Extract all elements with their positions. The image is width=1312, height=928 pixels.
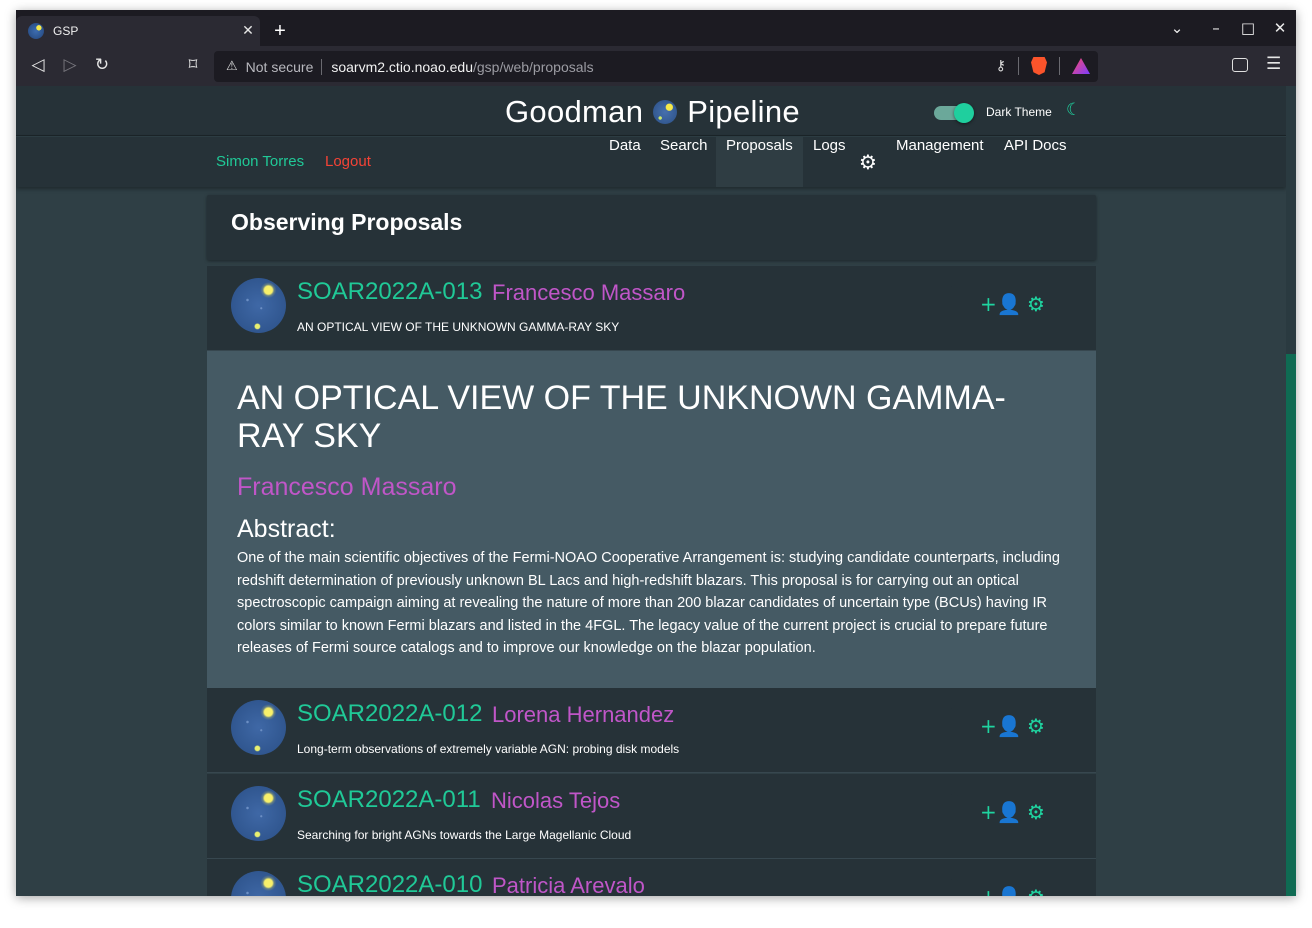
url-path: /gsp/web/proposals <box>473 58 594 75</box>
nav-logs[interactable]: Logs <box>803 137 856 187</box>
detail-title: AN OPTICAL VIEW OF THE UNKNOWN GAMMA-RAY… <box>237 379 1006 455</box>
gear-icon[interactable]: ⚙ <box>859 150 877 174</box>
address-bar[interactable]: ⚠ Not secure soarvm2.ctio.noao.edu/gsp/w… <box>214 51 1098 82</box>
nav-api-docs[interactable]: API Docs <box>994 137 1077 187</box>
tab-title: GSP <box>53 24 79 38</box>
proposal-actions: +👤 ⚙ <box>935 715 1047 737</box>
proposal-code[interactable]: SOAR2022A-013 <box>297 278 482 306</box>
image-icon[interactable] <box>935 886 957 896</box>
rewards-badge: 1 <box>1085 58 1090 64</box>
toggle-knob <box>954 103 974 123</box>
app-brand[interactable]: Goodman Pipeline <box>505 92 800 132</box>
browser-toolbar: ◁ ▷ ↻ ⌑ ⚠ Not secure soarvm2.ctio.noao.e… <box>16 46 1296 86</box>
gear-icon[interactable]: ⚙ <box>1025 715 1047 737</box>
proposal-row[interactable]: SOAR2022A-011 Nicolas Tejos Searching fo… <box>207 774 1096 859</box>
proposal-pi: Nicolas Tejos <box>491 788 621 813</box>
proposal-detail: AN OPTICAL VIEW OF THE UNKNOWN GAMMA-RAY… <box>207 351 1096 688</box>
proposal-row[interactable]: SOAR2022A-010 Patricia Arevalo +👤 ⚙ <box>207 859 1096 896</box>
proposal-actions: +👤 ⚙ <box>935 293 1047 315</box>
back-icon[interactable]: ◁ <box>26 55 50 75</box>
logo-icon <box>653 100 678 124</box>
proposal-avatar <box>231 700 286 755</box>
key-icon[interactable]: ⚷ <box>996 58 1006 74</box>
proposal-code[interactable]: SOAR2022A-011 <box>297 786 481 814</box>
minimize-icon[interactable]: – <box>1205 19 1227 37</box>
page-title: Observing Proposals <box>231 209 463 235</box>
proposal-title: AN OPTICAL VIEW OF THE UNKNOWN GAMMA-RAY… <box>297 320 620 334</box>
abstract-text: One of the main scientific objectives of… <box>237 550 1060 656</box>
person-add-icon[interactable]: +👤 <box>980 886 1022 896</box>
gear-icon[interactable]: ⚙ <box>1025 886 1047 896</box>
moon-icon: ☾ <box>1066 100 1082 120</box>
proposal-avatar <box>231 786 286 841</box>
proposal-pi: Francesco Massaro <box>492 280 686 305</box>
browser-window: GSP ✕ + ⌄ – □ ✕ ◁ ▷ ↻ ⌑ ⚠ Not secure soa… <box>16 10 1296 896</box>
proposal-code[interactable]: SOAR2022A-012 <box>297 700 482 728</box>
tab-list-icon[interactable]: ⌄ <box>1166 19 1188 37</box>
url-text: soarvm2.ctio.noao.edu/gsp/web/proposals <box>331 59 593 75</box>
gear-icon[interactable]: ⚙ <box>1025 293 1047 315</box>
maximize-icon[interactable]: □ <box>1237 19 1259 37</box>
forward-icon[interactable]: ▷ <box>58 55 82 75</box>
brand-right: Pipeline <box>687 94 800 129</box>
theme-label: Dark Theme <box>986 105 1052 119</box>
url-host: soarvm2.ctio.noao.edu <box>331 58 473 75</box>
proposal-title: Searching for bright AGNs towards the La… <box>297 828 632 842</box>
app-nav: Simon Torres Logout Data Search Proposal… <box>16 137 1286 187</box>
abstract-heading: Abstract: <box>237 515 336 543</box>
proposal-pi: Lorena Hernandez <box>492 702 675 727</box>
proposal-actions: +👤 ⚙ <box>935 886 1047 896</box>
warning-icon: ⚠ <box>226 59 238 74</box>
close-tab-icon[interactable]: ✕ <box>236 23 260 39</box>
security-label: Not secure <box>246 58 323 75</box>
proposal-code[interactable]: SOAR2022A-010 <box>297 871 482 896</box>
person-add-icon[interactable]: +👤 <box>980 293 1022 315</box>
person-add-icon[interactable]: +👤 <box>980 801 1022 823</box>
favicon-icon <box>28 23 44 39</box>
divider <box>1018 57 1019 75</box>
brand-left: Goodman <box>505 94 644 129</box>
dark-theme-toggle[interactable] <box>934 103 974 123</box>
menu-icon[interactable]: ☰ <box>1266 54 1281 74</box>
proposal-avatar <box>231 871 286 896</box>
app-header: Goodman Pipeline Dark Theme ☾ <box>16 86 1286 136</box>
gear-icon[interactable]: ⚙ <box>1025 801 1047 823</box>
proposal-avatar <box>231 278 286 333</box>
page-scrollbar[interactable] <box>1286 86 1296 896</box>
page-title-card: Observing Proposals <box>207 195 1096 260</box>
nav-data[interactable]: Data <box>599 137 651 187</box>
scroll-thumb[interactable] <box>1286 354 1296 896</box>
detail-pi: Francesco Massaro <box>237 473 457 501</box>
image-icon[interactable] <box>935 801 957 823</box>
wallet-icon[interactable] <box>1232 58 1248 72</box>
image-icon[interactable] <box>935 293 957 315</box>
tab-bar: GSP ✕ + ⌄ – □ ✕ <box>16 10 1296 46</box>
proposal-pi: Patricia Arevalo <box>492 873 645 896</box>
image-icon[interactable] <box>935 715 957 737</box>
browser-tab[interactable]: GSP ✕ <box>16 16 260 46</box>
nav-search[interactable]: Search <box>650 137 718 187</box>
brave-shields-icon[interactable] <box>1031 57 1047 75</box>
proposal-actions: +👤 ⚙ <box>935 801 1047 823</box>
divider <box>1059 57 1060 75</box>
person-add-icon[interactable]: +👤 <box>980 715 1022 737</box>
page-content: Goodman Pipeline Dark Theme ☾ Simon Torr… <box>16 86 1286 896</box>
brave-rewards-icon[interactable]: 1 <box>1072 58 1090 74</box>
proposal-row[interactable]: SOAR2022A-012 Lorena Hernandez Long-term… <box>207 688 1096 773</box>
proposal-row[interactable]: SOAR2022A-013 Francesco Massaro AN OPTIC… <box>207 266 1096 351</box>
bookmark-icon[interactable]: ⌑ <box>181 55 205 75</box>
user-link[interactable]: Simon Torres <box>216 153 304 170</box>
new-tab-icon[interactable]: + <box>270 20 290 43</box>
nav-proposals[interactable]: Proposals <box>716 137 803 187</box>
proposal-title: Long-term observations of extremely vari… <box>297 742 680 756</box>
logout-link[interactable]: Logout <box>325 153 371 170</box>
nav-management[interactable]: Management <box>886 137 994 187</box>
reload-icon[interactable]: ↻ <box>90 55 114 75</box>
close-window-icon[interactable]: ✕ <box>1269 19 1291 37</box>
